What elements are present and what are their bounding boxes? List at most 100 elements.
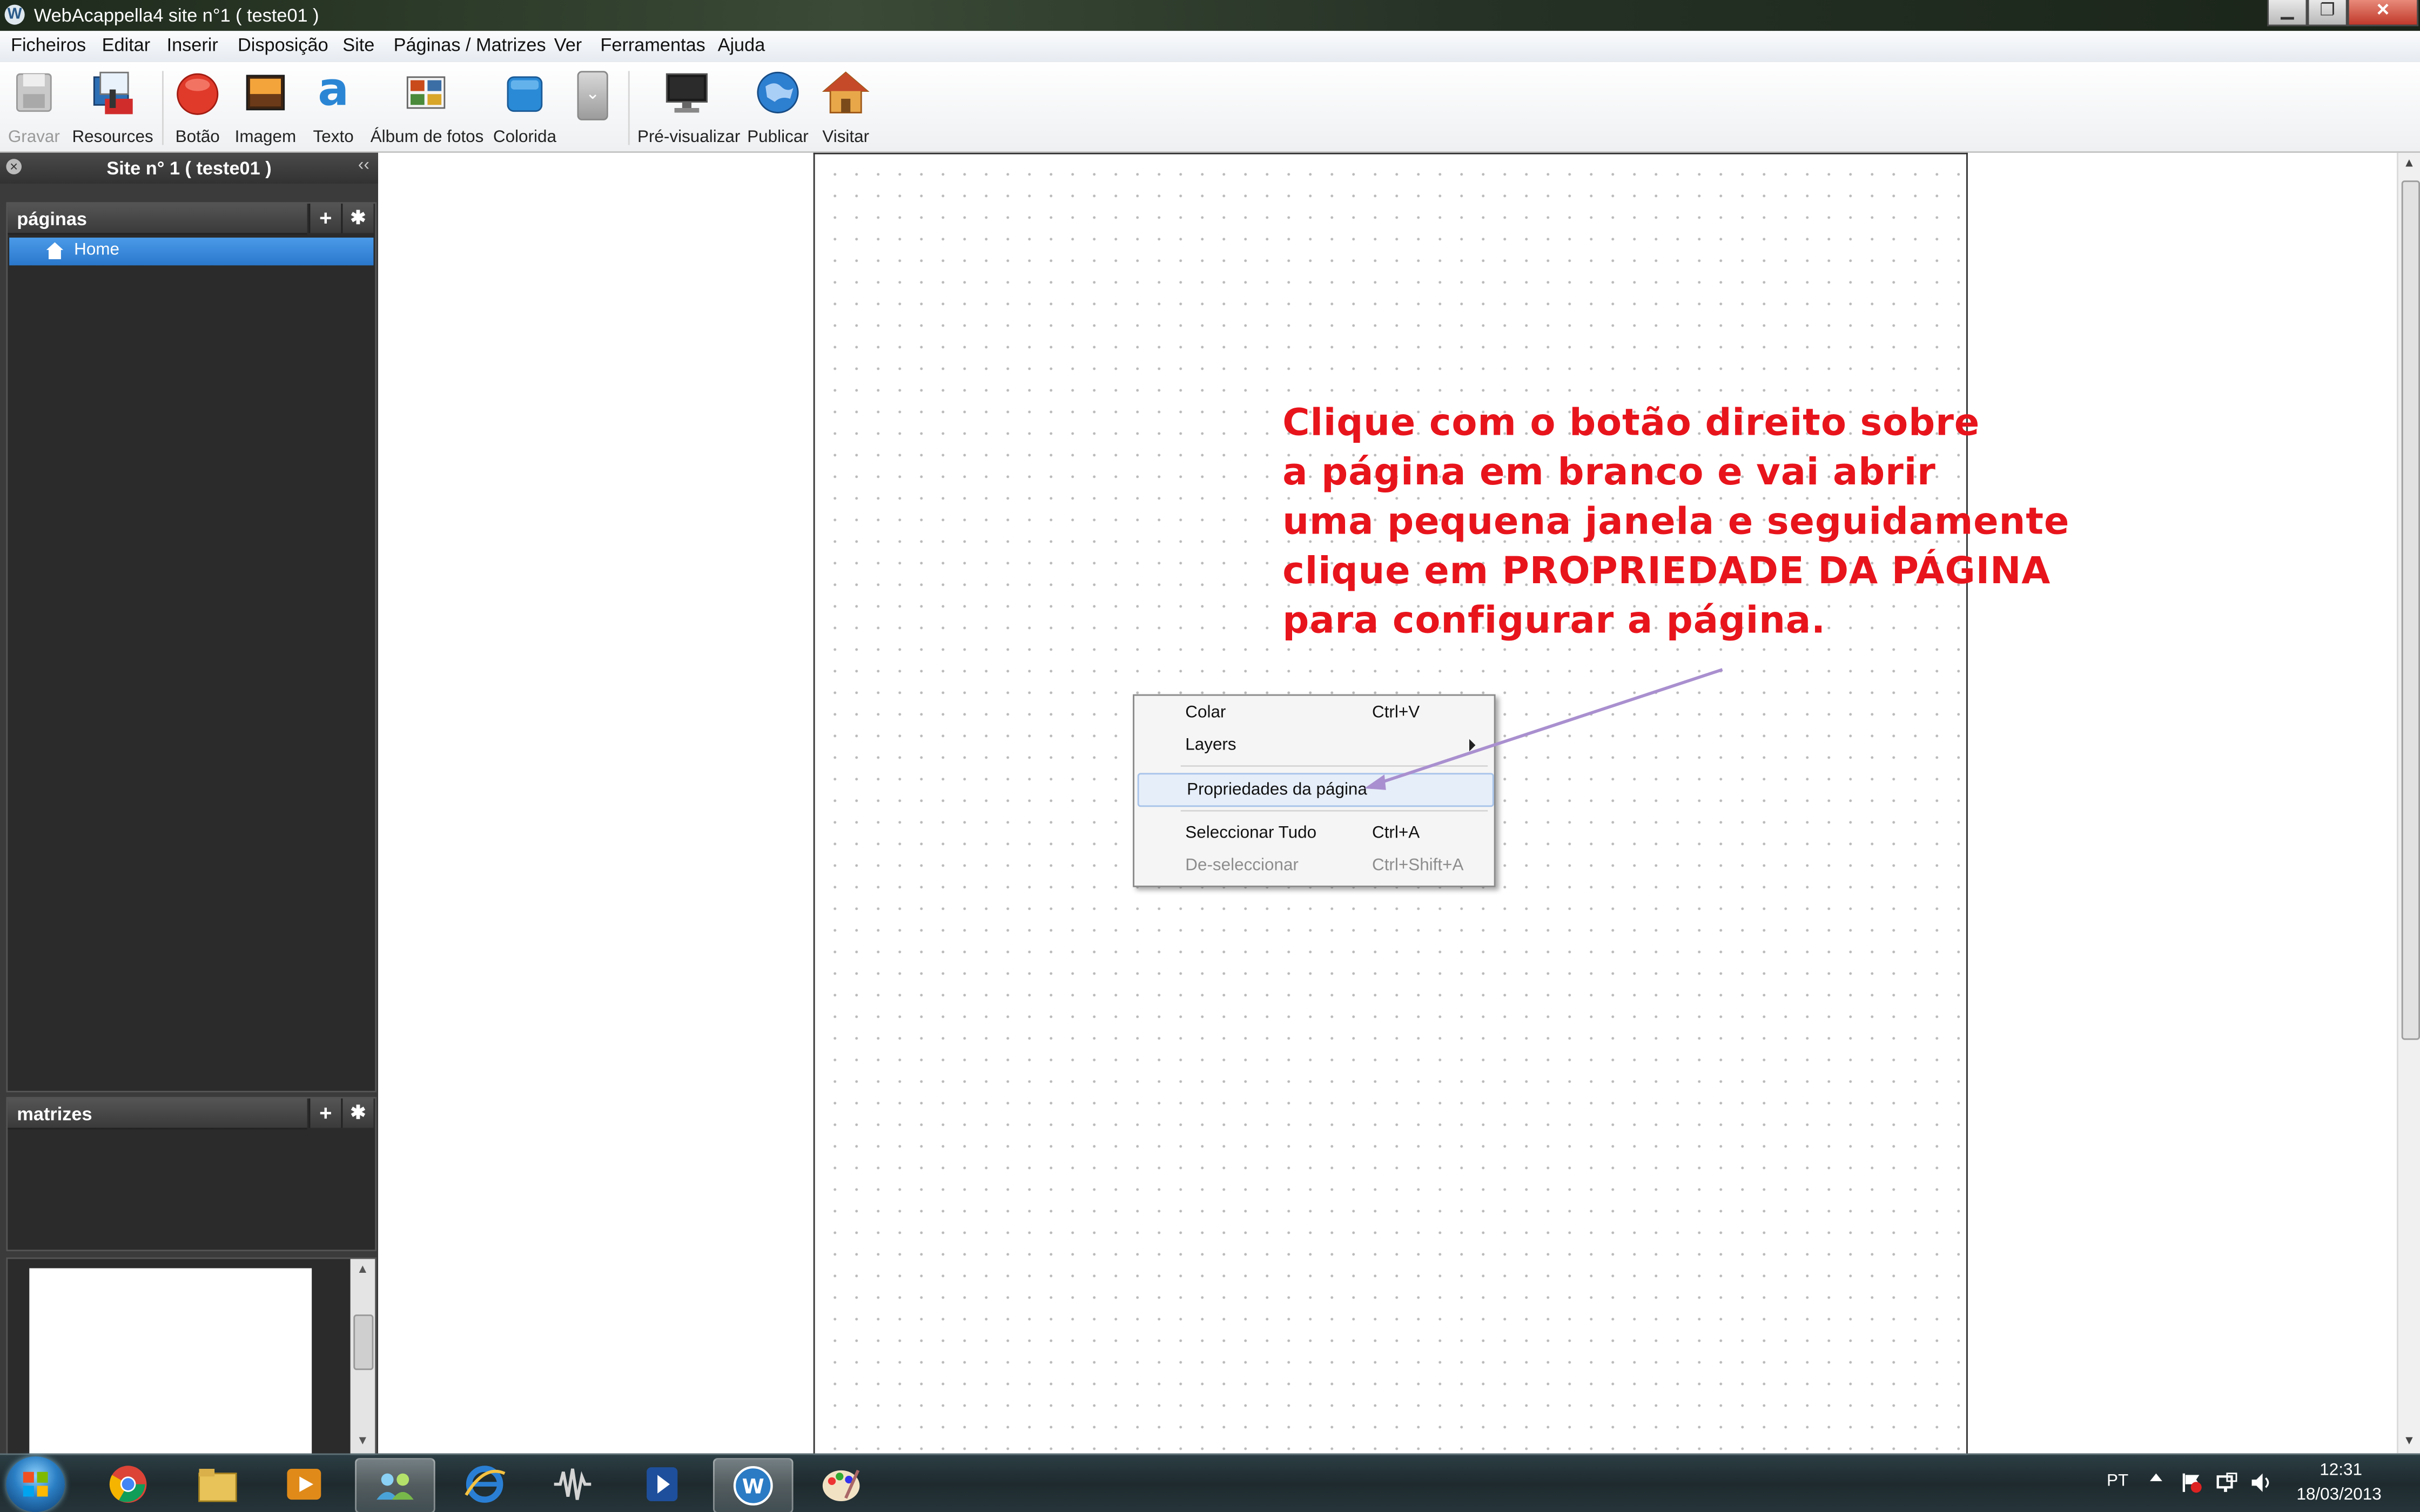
paginas-header: páginas [8, 204, 307, 235]
visitar-label: Visitar [822, 128, 870, 147]
resources-button[interactable]: Resources [71, 68, 154, 147]
deseleccionar-shortcut: Ctrl+Shift+A [1372, 856, 1464, 875]
more-tools-dropdown[interactable]: ⌄ [577, 71, 608, 120]
resources-icon [88, 68, 137, 117]
colorida-button[interactable]: Colorida [491, 68, 559, 146]
texto-button[interactable]: a Texto [306, 67, 361, 147]
scroll-down-icon[interactable]: ▼ [2403, 1433, 2416, 1447]
close-button[interactable]: ✕ [2347, 0, 2419, 26]
webacappella-app-icon[interactable]: W [4, 4, 25, 25]
house-icon [821, 68, 870, 117]
add-page-button[interactable]: + [308, 204, 341, 233]
deseleccionar-label: De-seleccionar [1185, 856, 1299, 875]
monitor-icon [662, 68, 711, 117]
photo-album-icon [401, 68, 451, 117]
gravar-label: Gravar [8, 128, 60, 147]
taskbar-audio-app[interactable] [534, 1458, 611, 1510]
page-name: Home [74, 240, 119, 259]
menu-ajuda[interactable]: Ajuda [718, 34, 765, 56]
taskbar-windows-media-player[interactable] [623, 1458, 701, 1510]
scroll-down-icon[interactable]: ▼ [357, 1433, 369, 1447]
scrollbar-thumb[interactable] [353, 1314, 374, 1371]
menu-editar[interactable]: Editar [102, 34, 151, 56]
publicar-button[interactable]: Publicar [747, 68, 809, 147]
site-header: × Site n° 1 ( teste01 ) ‹‹ [0, 152, 378, 184]
taskbar-network-app[interactable] [355, 1458, 435, 1512]
thumbnail-scrollbar[interactable]: ▲ ▼ [350, 1259, 375, 1455]
botao-button[interactable]: Botão [170, 68, 225, 146]
volume-icon[interactable] [2250, 1472, 2272, 1494]
left-panel: × Site n° 1 ( teste01 ) ‹‹ páginas + ✱ H… [0, 152, 378, 1457]
action-center-flag-icon[interactable] [2181, 1472, 2202, 1494]
editor-vertical-scrollbar[interactable]: ▲ ▼ [2397, 152, 2420, 1454]
site-title: Site n° 1 ( teste01 ) [106, 157, 272, 179]
texto-label: Texto [313, 128, 354, 147]
matriz-settings-button[interactable]: ✱ [341, 1098, 374, 1128]
menu-ver[interactable]: Ver [554, 34, 582, 56]
taskbar-internet-explorer[interactable] [446, 1458, 523, 1510]
taskbar-paint[interactable] [803, 1458, 880, 1510]
layers-label: Layers [1185, 735, 1236, 755]
start-button[interactable] [6, 1456, 65, 1512]
internet-explorer-icon [465, 1466, 506, 1503]
annotation-line: clique em PROPRIEDADE DA PÁGINA [1282, 549, 2051, 593]
seleccionar-shortcut: Ctrl+A [1372, 824, 1420, 842]
menu-disposicao[interactable]: Disposição [238, 34, 328, 56]
visitar-button[interactable]: Visitar [818, 68, 873, 147]
clock-date[interactable]: 18/03/2013 [2296, 1486, 2381, 1504]
instruction-annotation: Clique com o botão direito sobre a págin… [1282, 398, 2208, 645]
save-disk-icon [9, 68, 58, 117]
collapse-panel-icon[interactable]: ‹‹ [358, 156, 369, 174]
matrizes-section: matrizes + ✱ [6, 1097, 377, 1252]
network-icon[interactable] [2216, 1472, 2238, 1494]
language-indicator[interactable]: PT [2107, 1472, 2128, 1490]
gravar-button[interactable]: Gravar [6, 68, 62, 147]
annotation-line: a página em branco e vai abrir [1282, 450, 1936, 494]
minimize-button[interactable]: ▁ [2267, 0, 2308, 26]
menu-item-de-seleccionar[interactable]: De-seleccionar Ctrl+Shift+A [1138, 850, 1491, 881]
taskbar-chrome[interactable] [90, 1458, 167, 1510]
menu-separator [1180, 810, 1488, 812]
media-player-icon [287, 1469, 321, 1500]
maximize-button[interactable]: ❐ [2307, 0, 2348, 26]
chrome-icon [109, 1466, 147, 1503]
menu-paginas-matrizes[interactable]: Páginas / Matrizes [394, 34, 546, 56]
add-matriz-button[interactable]: + [308, 1098, 341, 1128]
album-button[interactable]: Álbum de fotos [371, 68, 483, 146]
menu-site[interactable]: Site [342, 34, 374, 56]
chevron-down-icon: ⌄ [577, 71, 608, 120]
imagem-button[interactable]: Imagem [234, 68, 296, 146]
annotation-line: uma pequena janela e seguidamente [1282, 500, 2070, 543]
window-titlebar: W WebAcappella4 site n°1 ( teste01 ) ▁ ❐… [0, 0, 2420, 31]
paint-palette-icon [822, 1469, 860, 1501]
taskbar-media-player[interactable] [265, 1458, 342, 1510]
page-thumbnail[interactable] [29, 1268, 312, 1455]
menu-ficheiros[interactable]: Ficheiros [11, 34, 86, 56]
taskbar-webacappella[interactable]: W [713, 1458, 794, 1512]
menu-ferramentas[interactable]: Ferramentas [600, 34, 705, 56]
menu-inserir[interactable]: Inserir [167, 34, 218, 56]
annotation-line: para configurar a página. [1282, 598, 1826, 642]
taskbar-file-explorer[interactable] [179, 1458, 256, 1510]
scrollbar-thumb[interactable] [2401, 180, 2420, 1040]
resources-label: Resources [72, 128, 153, 147]
page-settings-button[interactable]: ✱ [341, 204, 374, 233]
context-menu: Colar Ctrl+V Layers Propriedades da pági… [1133, 694, 1496, 887]
scroll-up-icon[interactable]: ▲ [357, 1262, 369, 1276]
scroll-up-icon[interactable]: ▲ [2403, 156, 2416, 170]
menu-item-seleccionar-tudo[interactable]: Seleccionar Tudo Ctrl+A [1138, 818, 1491, 848]
seleccionar-label: Seleccionar Tudo [1185, 824, 1317, 842]
page-item-home[interactable]: Home [9, 238, 374, 266]
menu-item-propriedades-da-pagina[interactable]: Propriedades da página [1137, 773, 1494, 807]
show-hidden-icons-arrow[interactable] [2150, 1473, 2162, 1481]
publicar-label: Publicar [747, 128, 809, 147]
pre-visualizar-button[interactable]: Pré-visualizar [637, 68, 741, 147]
clock-time[interactable]: 12:31 [2320, 1461, 2362, 1480]
pre-visualizar-label: Pré-visualizar [637, 128, 741, 147]
toolbar-separator [162, 71, 164, 145]
colar-shortcut: Ctrl+V [1372, 703, 1420, 723]
propriedades-label: Propriedades da página [1187, 780, 1367, 799]
menu-item-layers[interactable]: Layers [1138, 730, 1491, 760]
menu-item-colar[interactable]: Colar Ctrl+V [1138, 697, 1491, 728]
media-play-icon [647, 1467, 678, 1501]
